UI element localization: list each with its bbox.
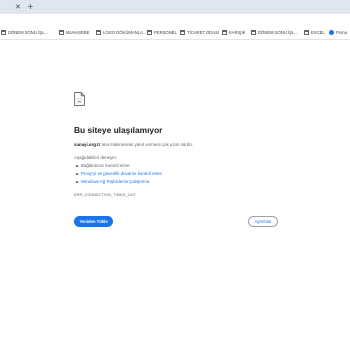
new-tab-button[interactable]: +	[27, 2, 34, 11]
bookmark-folder-personel[interactable]: PERSONEL	[147, 29, 177, 35]
sad-document-icon	[74, 92, 85, 106]
error-code: ERR_CONNECTION_TIMED_OUT	[74, 193, 137, 197]
error-title: Bu siteye ulaşılamıyor	[74, 125, 163, 135]
bookmark-label: MUHASEBE	[66, 30, 90, 35]
bookmark-label: DÖNEM SONU İŞL...	[8, 30, 48, 35]
folder-icon	[59, 29, 64, 35]
folder-icon	[304, 29, 309, 35]
bookmark-folder-ticaret-odasi[interactable]: TİCARET ODASI	[180, 29, 220, 35]
bookmark-folder-karisik[interactable]: KARIŞIK	[222, 29, 246, 35]
bookmark-label: KARIŞIK	[229, 30, 246, 35]
bookmark-folder-muhasebe[interactable]: MUHASEBE	[59, 29, 90, 35]
error-host: sanayi.org.tr	[74, 142, 101, 147]
suggestion-network-diagnostics-link[interactable]: Windows Ağ Teşhislerini Çalıştırma	[76, 179, 162, 187]
folder-icon	[180, 29, 185, 35]
error-message-text: ana makinesinin yanıt vermesi çok uzun s…	[100, 142, 193, 147]
folder-icon	[96, 29, 101, 35]
bookmark-label: LOGO DÖKÜMANLA...	[103, 30, 147, 35]
details-button[interactable]: Ayrıntılar	[248, 216, 278, 227]
bookmark-label: PERSONEL	[154, 30, 177, 35]
folder-icon	[251, 29, 256, 35]
bookmark-site[interactable]: Pınna	[329, 30, 347, 35]
suggestions-heading: Aşağıdakileri deneyin:	[74, 155, 117, 160]
address-bar[interactable]	[0, 14, 350, 27]
bookmarks-bar: DÖNEM SONU İŞL... MUHASEBE LOGO DÖKÜMANL…	[0, 27, 350, 40]
bookmark-folder-donem-sonu-2[interactable]: DÖNEM SONU İŞL...	[251, 29, 298, 35]
globe-icon	[329, 30, 334, 35]
bookmark-folder-donem-sonu-1[interactable]: DÖNEM SONU İŞL...	[1, 29, 48, 35]
browser-title-bar: ✕ +	[0, 0, 350, 14]
bookmark-label: Pınna	[336, 30, 347, 35]
suggestion-check-proxy-link[interactable]: Proxy'yi ve güvenlik duvarını kontrol et…	[76, 171, 162, 179]
bookmark-label: TİCARET ODASI	[187, 30, 220, 35]
folder-icon	[222, 29, 227, 35]
bookmark-folder-excel[interactable]: EXCEL	[304, 29, 325, 35]
bookmark-folder-logo[interactable]: LOGO DÖKÜMANLA...	[96, 29, 147, 35]
suggestion-check-connection: Bağlantınızı kontrol etme	[76, 163, 162, 171]
reload-button[interactable]: Yeniden Yükle	[74, 216, 113, 227]
bookmark-label: EXCEL	[311, 30, 325, 35]
folder-icon	[147, 29, 152, 35]
bookmark-label: DÖNEM SONU İŞL...	[258, 30, 298, 35]
error-message: sanayi.org.tr ana makinesinin yanıt verm…	[74, 142, 193, 147]
folder-icon	[1, 29, 6, 35]
suggestions-list: Bağlantınızı kontrol etme Proxy'yi ve gü…	[76, 163, 162, 187]
tab-close-button[interactable]: ✕	[15, 3, 21, 11]
